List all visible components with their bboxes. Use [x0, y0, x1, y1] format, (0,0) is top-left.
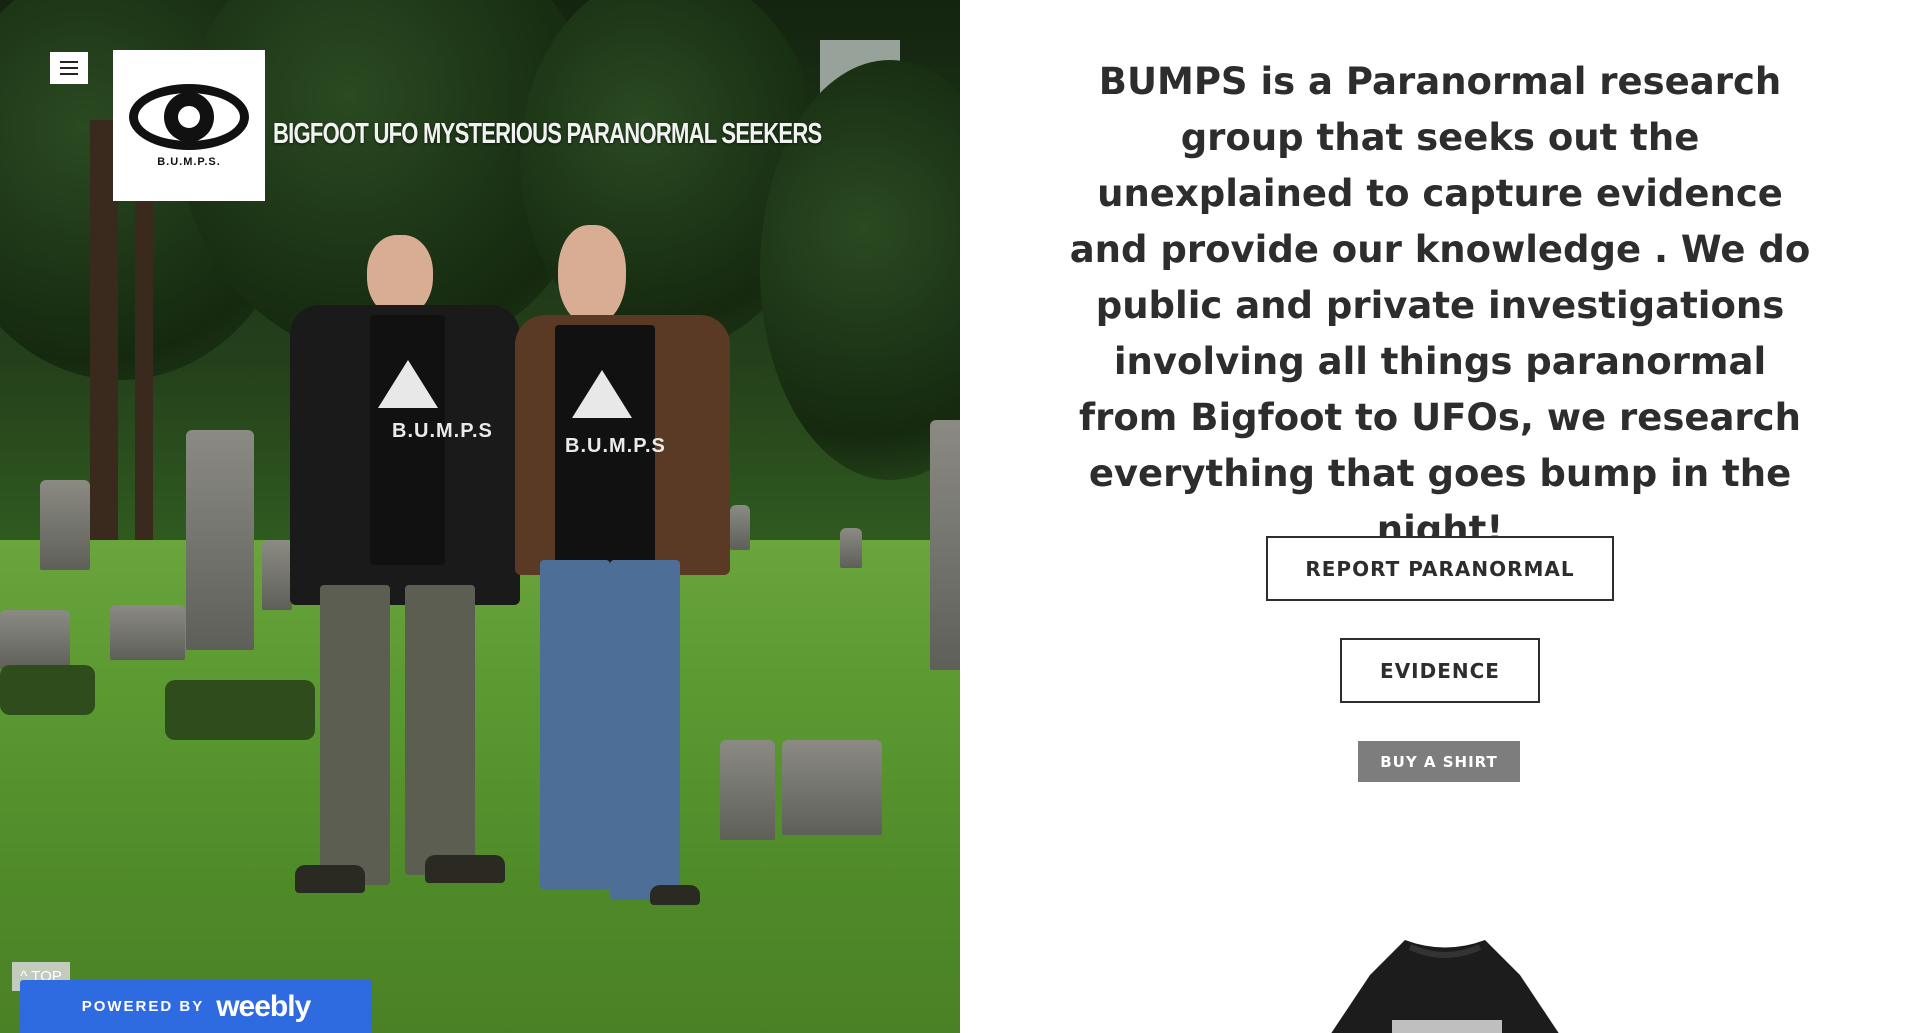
jeans-leg [610, 560, 680, 900]
head [558, 225, 626, 325]
site-title[interactable]: BIGFOOT UFO MYSTERIOUS PARANORMAL SEEKER… [273, 118, 822, 151]
headstone [782, 740, 882, 835]
shirt-logo-icon [378, 360, 438, 408]
moss-bush [0, 665, 95, 715]
evidence-button[interactable]: EVIDENCE [1340, 638, 1540, 703]
headstone [930, 420, 960, 670]
hamburger-menu-icon[interactable] [50, 52, 88, 84]
headstone [40, 480, 90, 570]
main-content: BUMPS is a Paranormal research group tha… [960, 0, 1920, 1033]
headstone [186, 430, 254, 650]
hero-image: B.U.M.P.S B.U.M.P.S B.U.M.P.S. BIGFOOT U… [0, 0, 960, 1033]
menu-line [60, 67, 78, 69]
shirt-logo-icon [572, 370, 632, 418]
pants-leg [320, 585, 390, 885]
shoe [295, 865, 365, 893]
menu-line [60, 73, 78, 75]
tshirt-image[interactable] [1310, 935, 1580, 1033]
person-right: B.U.M.P.S [515, 225, 735, 905]
weebly-logo: weebly [216, 989, 311, 1023]
shirt-text: B.U.M.P.S [392, 420, 493, 442]
menu-line [60, 61, 78, 63]
shirt-text: B.U.M.P.S [565, 435, 666, 457]
site-logo[interactable]: B.U.M.P.S. [113, 50, 265, 201]
shoe [425, 855, 505, 883]
eye-pupil [174, 101, 204, 132]
headstone [840, 528, 862, 568]
person-left: B.U.M.P.S [290, 235, 520, 895]
powered-by-label: POWERED BY [81, 998, 205, 1015]
shoe [650, 885, 700, 905]
headstone [110, 605, 185, 660]
tree-trunk [135, 160, 153, 580]
pants-leg [405, 585, 475, 875]
headstone [262, 540, 292, 610]
powered-by-weebly-badge[interactable]: POWERED BY weebly [20, 980, 372, 1033]
eye-logo-icon [129, 83, 249, 150]
logo-text: B.U.M.P.S. [157, 155, 221, 168]
report-paranormal-button[interactable]: REPORT PARANORMAL [1266, 536, 1614, 601]
headstone [0, 610, 70, 670]
jeans-leg [540, 560, 610, 890]
intro-text: BUMPS is a Paranormal research group tha… [1069, 60, 1811, 551]
eye-iris [164, 91, 214, 142]
buy-a-shirt-button[interactable]: BUY A SHIRT [1358, 741, 1520, 782]
